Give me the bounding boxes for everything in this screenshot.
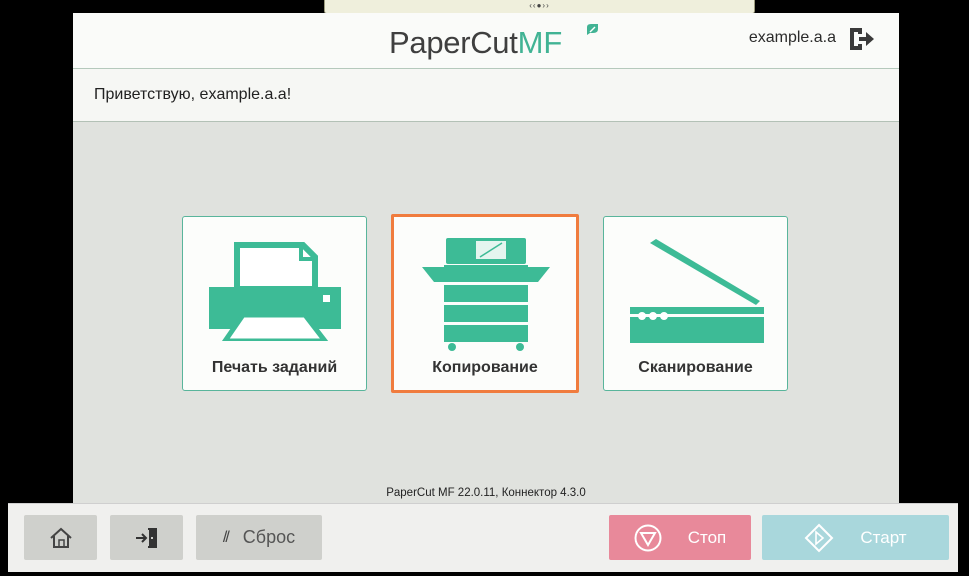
- logo-mf: MF: [517, 25, 563, 60]
- stop-button[interactable]: Стоп: [609, 515, 751, 560]
- control-bar: // Сброс Стоп Старт: [0, 503, 969, 576]
- tile-label: Печать заданий: [211, 359, 338, 376]
- logout-button[interactable]: [110, 515, 183, 560]
- frame-edge-left: [0, 0, 8, 576]
- welcome-message: Приветствую, example.a.a!: [94, 86, 292, 103]
- reset-icon: //: [222, 528, 230, 546]
- papercut-screen: PaperCut MF example.a.a Приветствую, exam…: [73, 13, 899, 503]
- header: PaperCut MF example.a.a: [73, 13, 899, 69]
- reset-label: Сброс: [242, 527, 296, 547]
- leaf-icon: [587, 24, 598, 35]
- device-frame: ‹‹●›› PaperCut MF example.a.a Приветствую…: [0, 0, 969, 576]
- grip-icon: ‹‹●››: [529, 1, 550, 10]
- home-button[interactable]: [24, 515, 97, 560]
- logo-text: PaperCut: [389, 25, 518, 60]
- logout-icon[interactable]: [847, 26, 875, 52]
- tile-copy[interactable]: Копирование: [391, 214, 579, 393]
- start-label: Старт: [860, 527, 907, 547]
- reset-button[interactable]: // Сброс: [196, 515, 322, 560]
- user-name: example.a.a: [748, 29, 836, 46]
- scanner-icon: [630, 239, 764, 343]
- papercut-logo: PaperCut MF: [389, 23, 598, 63]
- copier-icon: [422, 238, 550, 351]
- start-button[interactable]: Старт: [762, 515, 949, 560]
- frame-edge-bottom: [0, 572, 969, 576]
- home-icon: [49, 527, 72, 548]
- version-text: PaperCut MF 22.0.11, Коннектор 4.3.0: [386, 487, 586, 499]
- tile-scan[interactable]: Сканирование: [603, 216, 788, 391]
- stop-icon: [634, 524, 662, 551]
- tile-print-jobs[interactable]: Печать заданий: [182, 216, 367, 391]
- welcome-bar: Приветствую, example.a.a!: [73, 69, 899, 122]
- stop-label: Стоп: [687, 527, 727, 547]
- panel-handle[interactable]: ‹‹●››: [324, 0, 755, 14]
- frame-edge-right: [958, 0, 969, 576]
- tile-label: Копирование: [432, 359, 538, 376]
- printer-icon: [209, 242, 341, 341]
- door-exit-icon: [135, 527, 157, 548]
- start-icon: [804, 523, 834, 552]
- tile-label: Сканирование: [638, 359, 753, 376]
